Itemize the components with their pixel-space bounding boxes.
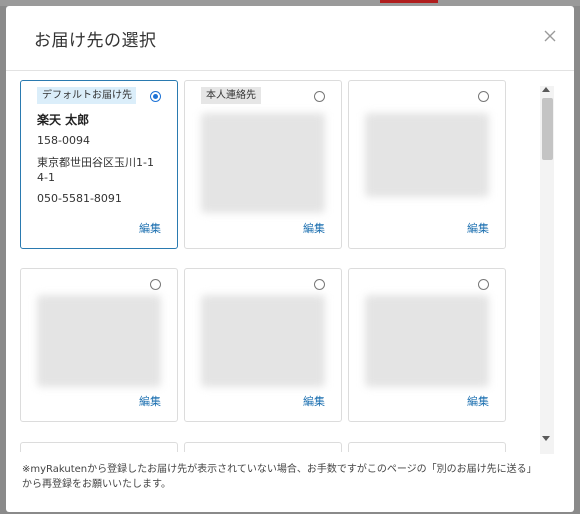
address-card[interactable]: 編集 xyxy=(20,268,178,422)
redacted-address xyxy=(365,295,489,387)
redacted-address xyxy=(201,113,325,213)
address-radio[interactable] xyxy=(150,279,161,290)
edit-link[interactable]: 編集 xyxy=(467,220,489,236)
address-radio[interactable] xyxy=(478,279,489,290)
scroll-up-arrow-icon[interactable] xyxy=(542,87,550,92)
edit-link[interactable]: 編集 xyxy=(467,393,489,409)
redacted-address xyxy=(37,295,161,387)
modal-header: お届け先の選択 xyxy=(6,6,574,71)
contact-address-tag: 本人連絡先 xyxy=(201,87,261,104)
scroll-down-arrow-icon[interactable] xyxy=(542,436,550,441)
address-radio[interactable] xyxy=(478,91,489,102)
address-card-partial[interactable] xyxy=(348,442,506,452)
recipient-name: 楽天 太郎 xyxy=(37,113,90,127)
address-card[interactable]: 編集 xyxy=(184,268,342,422)
footnote-text: ※myRakutenから登録したお届け先が表示されていない場合、お手数ですがこの… xyxy=(22,464,537,490)
scrollbar-thumb[interactable] xyxy=(542,98,553,160)
address-card[interactable]: 編集 xyxy=(348,80,506,249)
address-card-list: デフォルトお届け先 楽天 太郎 158-0094 東京都世田谷区玉川1-1 4-… xyxy=(20,80,528,452)
close-button[interactable] xyxy=(540,26,560,46)
edit-link[interactable]: 編集 xyxy=(139,393,161,409)
redacted-address xyxy=(365,113,489,197)
postal-code: 158-0094 xyxy=(37,134,90,147)
address-radio[interactable] xyxy=(150,91,161,102)
background-accent-bar xyxy=(380,0,438,3)
address-card-partial[interactable] xyxy=(20,442,178,452)
phone-number: 050-5581-8091 xyxy=(37,192,122,205)
close-icon xyxy=(544,30,556,42)
address-radio[interactable] xyxy=(314,91,325,102)
redacted-address xyxy=(201,295,325,387)
default-address-tag: デフォルトお届け先 xyxy=(37,87,136,104)
address-card[interactable]: 編集 xyxy=(348,268,506,422)
address-line-2: 4-1 xyxy=(37,171,55,184)
edit-link[interactable]: 編集 xyxy=(139,220,161,236)
address-selection-modal: お届け先の選択 デフォルトお届け先 楽天 太郎 158-0094 東京都世田谷区… xyxy=(6,6,574,512)
address-radio[interactable] xyxy=(314,279,325,290)
address-card-default[interactable]: デフォルトお届け先 楽天 太郎 158-0094 東京都世田谷区玉川1-1 4-… xyxy=(20,80,178,249)
modal-title: お届け先の選択 xyxy=(34,31,157,51)
edit-link[interactable]: 編集 xyxy=(303,393,325,409)
address-card-partial[interactable] xyxy=(184,442,342,452)
address-card[interactable]: 本人連絡先 編集 xyxy=(184,80,342,249)
address-line-1: 東京都世田谷区玉川1-1 xyxy=(37,156,154,169)
edit-link[interactable]: 編集 xyxy=(303,220,325,236)
